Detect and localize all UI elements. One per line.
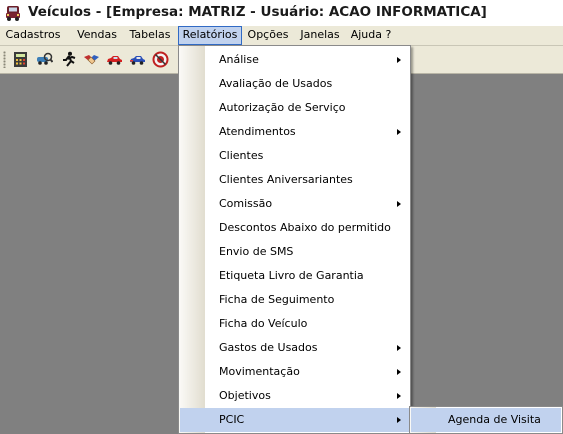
menu-vendas[interactable]: Vendas — [70, 26, 124, 45]
menu-item-atendimentos[interactable]: Atendimentos — [180, 120, 409, 144]
menu-item-analise[interactable]: Análise — [180, 48, 409, 72]
menu-item-pcic[interactable]: PCIC — [180, 408, 409, 432]
menu-item-label: Clientes — [219, 149, 264, 162]
menu-item-label: Clientes Aniversariantes — [219, 173, 353, 186]
pcic-submenu: Agenda de Visita — [409, 406, 563, 434]
red-car-icon[interactable] — [106, 51, 123, 68]
menu-item-label: Gastos de Usados — [219, 341, 318, 354]
menu-item-label: Movimentação — [219, 365, 300, 378]
submenu-arrow-icon — [397, 345, 401, 351]
menu-item-label: Avaliação de Usados — [219, 77, 333, 90]
blue-car-icon[interactable] — [129, 51, 146, 68]
menu-item-agenda-de-visita[interactable]: Agenda de Visita — [411, 408, 561, 432]
relatorios-dropdown: Análise Avaliação de Usados Autorização … — [178, 45, 411, 434]
running-man-icon[interactable] — [60, 51, 77, 68]
menu-item-autorizacao-de-servico[interactable]: Autorização de Serviço — [180, 96, 409, 120]
menu-item-clientes-aniversariantes[interactable]: Clientes Aniversariantes — [180, 168, 409, 192]
menu-opcoes[interactable]: Opções — [243, 26, 293, 45]
menu-item-comissao[interactable]: Comissão — [180, 192, 409, 216]
calculator-icon[interactable] — [12, 51, 29, 68]
submenu-arrow-icon — [397, 369, 401, 375]
submenu-arrow-icon — [397, 57, 401, 63]
menu-item-label: Autorização de Serviço — [219, 101, 346, 114]
menu-item-label: Comissão — [219, 197, 273, 210]
submenu-arrow-icon — [397, 129, 401, 135]
menu-item-movimentacao[interactable]: Movimentação — [180, 360, 409, 384]
menu-item-envio-de-sms[interactable]: Envio de SMS — [180, 240, 409, 264]
search-car-icon[interactable] — [36, 51, 53, 68]
menu-item-label: Atendimentos — [219, 125, 296, 138]
car-app-icon[interactable] — [4, 4, 22, 22]
menu-cadastros[interactable]: Cadastros — [2, 26, 64, 45]
menu-item-ficha-do-veiculo[interactable]: Ficha do Veículo — [180, 312, 409, 336]
menu-item-label: PCIC — [219, 413, 245, 426]
menu-item-gastos-de-usados[interactable]: Gastos de Usados — [180, 336, 409, 360]
menu-relatorios[interactable]: Relatórios — [178, 26, 242, 45]
window-title: Veículos - [Empresa: MATRIZ - Usuário: A… — [28, 4, 487, 20]
menu-bar: Cadastros Vendas Tabelas Relatórios Opçõ… — [0, 26, 563, 46]
submenu-arrow-icon — [397, 201, 401, 207]
menu-item-label: Objetivos — [219, 389, 271, 402]
menu-item-label: Descontos Abaixo do permitido — [219, 221, 391, 234]
submenu-arrow-icon — [397, 393, 401, 399]
menu-item-label: Agenda de Visita — [448, 413, 541, 426]
handshake-icon[interactable] — [83, 51, 100, 68]
menu-tabelas[interactable]: Tabelas — [126, 26, 174, 45]
menu-item-label: Ficha do Veículo — [219, 317, 308, 330]
menu-ajuda[interactable]: Ajuda ? — [347, 26, 395, 45]
menu-item-label: Etiqueta Livro de Garantia — [219, 269, 364, 282]
menu-item-clientes[interactable]: Clientes — [180, 144, 409, 168]
menu-janelas[interactable]: Janelas — [295, 26, 345, 45]
menu-item-label: Ficha de Seguimento — [219, 293, 335, 306]
title-bar: Veículos - [Empresa: MATRIZ - Usuário: A… — [0, 0, 563, 27]
menu-item-label: Análise — [219, 53, 259, 66]
toolbar-grip[interactable] — [3, 51, 6, 68]
menu-item-avaliacao-de-usados[interactable]: Avaliação de Usados — [180, 72, 409, 96]
menu-item-etiqueta-livro-de-garantia[interactable]: Etiqueta Livro de Garantia — [180, 264, 409, 288]
menu-item-ficha-de-seguimento[interactable]: Ficha de Seguimento — [180, 288, 409, 312]
menu-item-objetivos[interactable]: Objetivos — [180, 384, 409, 408]
no-entry-icon[interactable] — [152, 51, 169, 68]
submenu-arrow-icon — [397, 417, 401, 423]
menu-item-descontos-abaixo[interactable]: Descontos Abaixo do permitido — [180, 216, 409, 240]
menu-item-label: Envio de SMS — [219, 245, 294, 258]
